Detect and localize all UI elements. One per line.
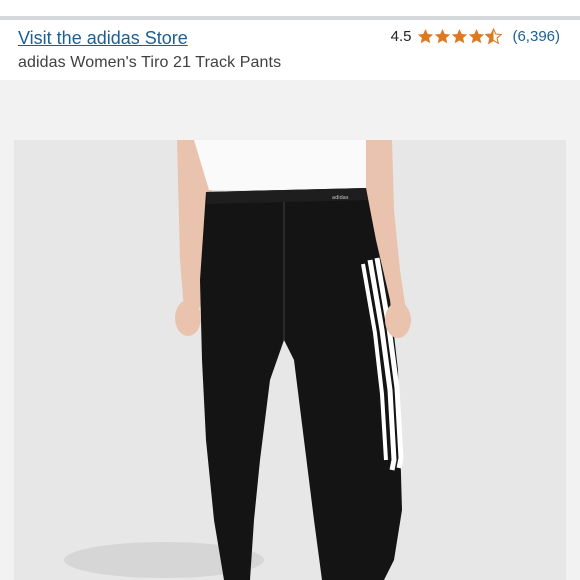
star-icon <box>418 29 434 44</box>
star-icon <box>435 29 451 44</box>
product-header: Visit the adidas Store 4.5 (6,396) adida… <box>0 20 580 80</box>
star-rating[interactable] <box>417 28 503 45</box>
top-divider <box>0 0 580 20</box>
half-star-icon <box>485 28 503 45</box>
product-photo[interactable]: adidas <box>14 140 566 580</box>
waistband-label: adidas <box>332 195 349 201</box>
rating-count-link[interactable]: (6,396) <box>512 28 560 45</box>
star-icon <box>452 29 468 44</box>
visit-store-link[interactable]: Visit the adidas Store <box>18 28 188 49</box>
star-icon <box>469 29 485 44</box>
product-title: adidas Women's Tiro 21 Track Pants <box>18 54 282 71</box>
rating-summary[interactable]: 4.5 (6,396) <box>391 28 560 45</box>
track-pants-illustration: adidas <box>14 140 566 580</box>
image-gallery[interactable]: adidas <box>0 80 580 580</box>
rating-value: 4.5 <box>390 28 412 45</box>
